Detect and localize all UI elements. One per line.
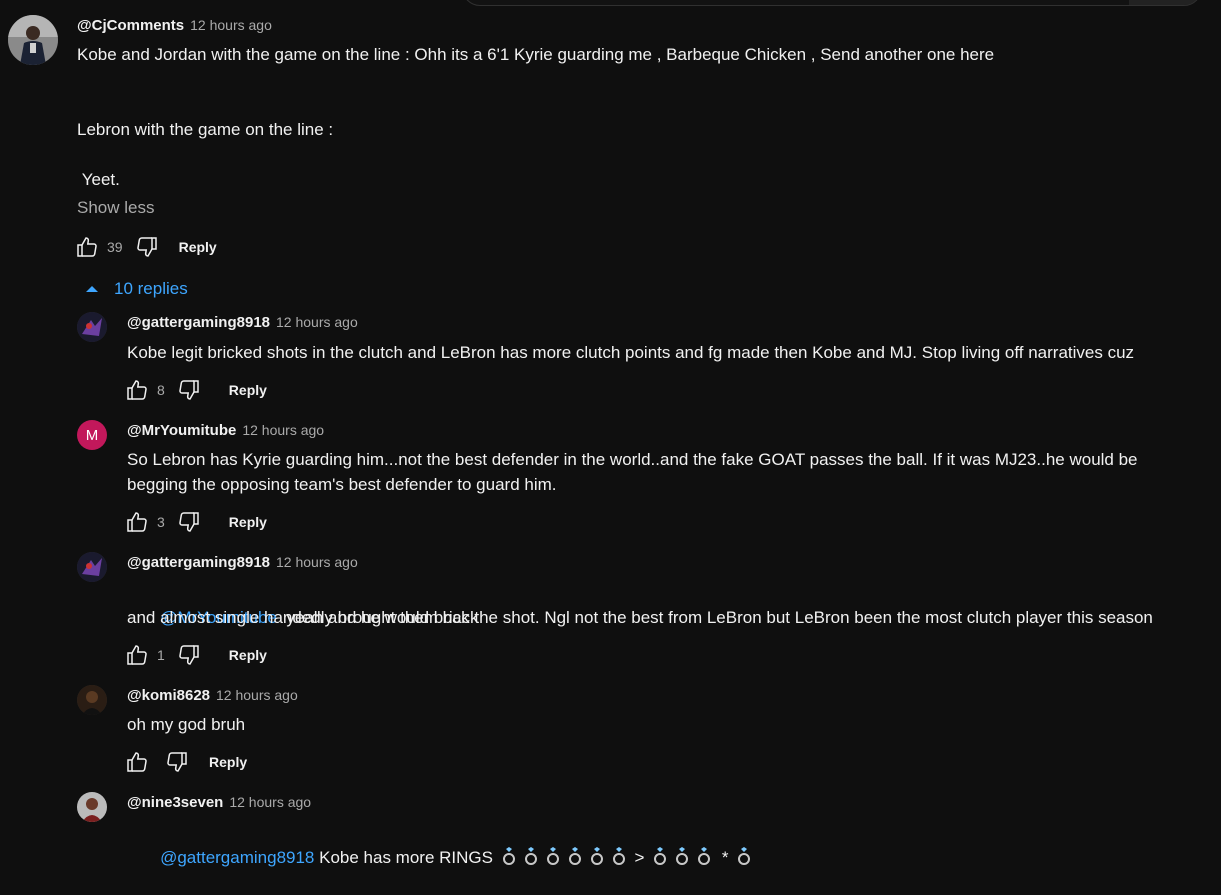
show-less-button[interactable]: Show less	[77, 198, 154, 218]
avatar-mryoumitube[interactable]: M	[77, 420, 107, 450]
reply-button[interactable]: Reply	[209, 754, 247, 770]
comment-timestamp[interactable]: 12 hours ago	[242, 422, 324, 438]
avatar-komi8628[interactable]	[77, 685, 107, 715]
avatar-nine3seven[interactable]	[77, 792, 107, 822]
comment-text: Kobe legit bricked shots in the clutch a…	[127, 343, 1135, 362]
comment-timestamp[interactable]: 12 hours ago	[190, 17, 272, 33]
avatar-gattergaming8918[interactable]	[77, 312, 107, 342]
comment-author[interactable]: @CjComments	[77, 17, 184, 34]
comment-text-line-1: Kobe and Jordan with the game on the lin…	[77, 45, 995, 64]
like-count: 1	[157, 647, 165, 663]
comment-text: oh my god bruh	[127, 715, 246, 734]
chevron-up-icon	[86, 286, 98, 292]
comment-actions: Reply	[123, 748, 247, 776]
avatar-cjcomments[interactable]	[8, 15, 58, 65]
replies-toggle[interactable]: 10 replies	[84, 279, 188, 299]
comment-author[interactable]: @gattergaming8918	[127, 554, 270, 571]
thumb-up-icon[interactable]	[123, 376, 151, 404]
comment-actions: 8 Reply	[123, 376, 267, 404]
like-count: 3	[157, 514, 165, 530]
like-count: 8	[157, 382, 165, 398]
comment-text-line-2: Lebron with the game on the line :	[77, 120, 334, 139]
comment-text-line-2: and almost single handedly brought them …	[127, 608, 479, 627]
comment-timestamp[interactable]: 12 hours ago	[229, 794, 311, 810]
thumb-down-icon[interactable]	[175, 508, 203, 536]
thumb-down-icon[interactable]	[175, 376, 203, 404]
thumb-up-icon[interactable]	[123, 508, 151, 536]
thumb-up-icon[interactable]	[73, 233, 101, 261]
comment-actions: 1 Reply	[123, 641, 267, 669]
thumb-down-icon[interactable]	[175, 641, 203, 669]
comment-timestamp[interactable]: 12 hours ago	[276, 554, 358, 570]
thumb-down-icon[interactable]	[163, 748, 191, 776]
search-bar-edge[interactable]	[462, 0, 1202, 6]
comment-author[interactable]: @MrYoumitube	[127, 422, 236, 439]
avatar-letter: M	[85, 426, 99, 444]
comment-timestamp[interactable]: 12 hours ago	[276, 314, 358, 330]
avatar-gattergaming8918[interactable]	[77, 552, 107, 582]
thumb-down-icon[interactable]	[133, 233, 161, 261]
comment-text-line-3: Yeet.	[77, 170, 120, 189]
thumb-up-icon[interactable]	[123, 748, 151, 776]
comment-text: So Lebron has Kyrie guarding him...not t…	[127, 450, 1138, 494]
replies-count: 10 replies	[114, 279, 188, 298]
comment-timestamp[interactable]: 12 hours ago	[216, 687, 298, 703]
thumb-up-icon[interactable]	[123, 641, 151, 669]
comment-author[interactable]: @komi8628	[127, 687, 210, 704]
comment-actions: 39 Reply	[73, 233, 217, 261]
reply-button[interactable]: Reply	[229, 382, 267, 398]
like-count: 39	[107, 239, 123, 255]
comment-author[interactable]: @nine3seven	[127, 794, 223, 811]
reply-button[interactable]: Reply	[179, 239, 217, 255]
comment-actions: 3 Reply	[123, 508, 267, 536]
reply-button[interactable]: Reply	[229, 647, 267, 663]
comment-author[interactable]: @gattergaming8918	[127, 314, 270, 331]
reply-button[interactable]: Reply	[229, 514, 267, 530]
